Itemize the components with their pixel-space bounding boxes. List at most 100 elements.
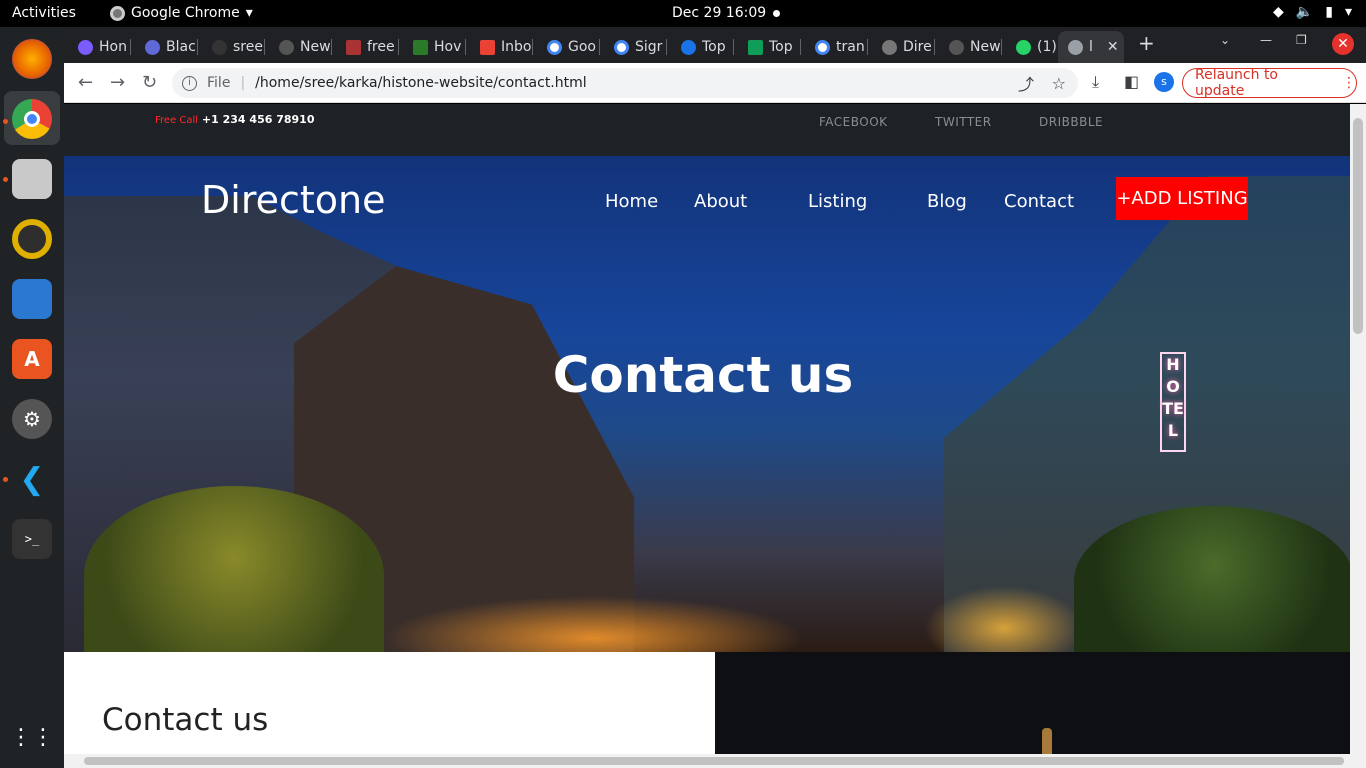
- facebook-link[interactable]: FACEBOOK: [819, 115, 888, 129]
- scrollbar-thumb[interactable]: [1353, 118, 1363, 334]
- tab-label: l: [1089, 39, 1093, 55]
- rhythmbox-icon[interactable]: [12, 219, 52, 259]
- app-menu[interactable]: Google Chrome ▾: [110, 5, 253, 21]
- forward-button[interactable]: →: [110, 72, 125, 93]
- statue-image: [1042, 728, 1052, 754]
- relaunch-button[interactable]: Relaunch to update ⋮: [1182, 67, 1357, 99]
- tab-label: Hon: [99, 39, 127, 55]
- tab-favicon-icon: [212, 39, 227, 55]
- tab-favicon-icon: [78, 39, 93, 55]
- tab[interactable]: Sigr: [600, 31, 667, 63]
- tab-favicon-icon: [413, 39, 428, 55]
- nav-home[interactable]: Home: [605, 191, 658, 212]
- tab-label: Blac: [166, 39, 196, 55]
- google-icon: [547, 39, 562, 55]
- dribbble-link[interactable]: DRIBBBLE: [1039, 115, 1103, 129]
- tab-active[interactable]: l ✕: [1058, 31, 1124, 63]
- tab[interactable]: Inbo: [466, 31, 533, 63]
- tab-favicon-icon: [681, 39, 696, 55]
- share-icon[interactable]: ⤴: [1018, 71, 1034, 95]
- toolbar: ← → ↻ i File | /home/sree/karka/histone-…: [64, 63, 1366, 103]
- chrome-icon[interactable]: [12, 99, 52, 139]
- tab[interactable]: Goo: [533, 31, 600, 63]
- tab[interactable]: New: [935, 31, 1002, 63]
- tab[interactable]: tran: [801, 31, 868, 63]
- tab[interactable]: free: [332, 31, 399, 63]
- nav-contact[interactable]: Contact: [1004, 191, 1074, 212]
- globe-icon: [882, 39, 897, 55]
- chevron-down-icon: ▾: [245, 5, 253, 21]
- scrollbar-thumb[interactable]: [84, 757, 1344, 765]
- vscode-icon[interactable]: ❮: [12, 459, 52, 499]
- close-tab-icon[interactable]: ✕: [1107, 39, 1119, 55]
- download-icon[interactable]: ⤓: [1092, 72, 1099, 92]
- maximize-button[interactable]: ❐: [1296, 33, 1307, 47]
- reload-button[interactable]: ↻: [142, 72, 157, 93]
- hero-banner: HOTEL Directone Home About Listing Blog …: [64, 156, 1350, 652]
- app-name: Google Chrome: [131, 5, 240, 21]
- writer-icon[interactable]: [12, 279, 52, 319]
- nav-about[interactable]: About: [694, 191, 747, 212]
- phone-number[interactable]: +1 234 456 78910: [202, 113, 315, 126]
- files-icon[interactable]: [12, 159, 52, 199]
- tab[interactable]: Top: [667, 31, 734, 63]
- activities-button[interactable]: Activities: [12, 5, 76, 21]
- site-logo[interactable]: Directone: [201, 178, 386, 222]
- tab[interactable]: sree: [198, 31, 265, 63]
- new-tab-button[interactable]: +: [1138, 31, 1155, 55]
- tab-label: Goo: [568, 39, 596, 55]
- tab[interactable]: Hov: [399, 31, 466, 63]
- tab[interactable]: (1) V: [1002, 31, 1062, 63]
- tab[interactable]: Top: [734, 31, 801, 63]
- battery-icon: ▮: [1325, 4, 1333, 20]
- terminal-icon[interactable]: >_: [12, 519, 52, 559]
- scheme-label: File: [207, 75, 231, 91]
- tab-favicon-icon: [748, 39, 763, 55]
- hero-image-lights: [384, 596, 804, 652]
- nav-listing[interactable]: Listing: [808, 191, 867, 212]
- contact-section: Contact us: [64, 652, 715, 754]
- side-panel-icon[interactable]: ◧: [1124, 72, 1139, 91]
- tab-label: Sigr: [635, 39, 663, 55]
- hero-image-tree: [1074, 506, 1350, 652]
- nav-blog[interactable]: Blog: [927, 191, 967, 212]
- tab[interactable]: New: [265, 31, 332, 63]
- profile-avatar[interactable]: s: [1154, 72, 1174, 92]
- software-store-icon[interactable]: A: [12, 339, 52, 379]
- running-indicator: [3, 119, 8, 124]
- top-info-strip: Free Call +1 234 456 78910 FACEBOOK TWIT…: [64, 104, 1350, 156]
- contact-image-panel: [715, 652, 1350, 754]
- tab[interactable]: Hon: [64, 31, 131, 63]
- omnibox[interactable]: i File | /home/sree/karka/histone-websit…: [172, 68, 1078, 98]
- url-text[interactable]: /home/sree/karka/histone-website/contact…: [255, 75, 587, 91]
- app-grid-icon[interactable]: ⋮⋮: [10, 717, 54, 757]
- hero-image-lights: [924, 586, 1084, 652]
- info-icon[interactable]: i: [182, 75, 197, 91]
- bookmark-star-icon[interactable]: ☆: [1052, 74, 1066, 93]
- settings-gear-icon[interactable]: ⚙: [12, 399, 52, 439]
- chrome-icon: [110, 5, 125, 21]
- tab-search-icon[interactable]: ⌄: [1220, 33, 1230, 47]
- minimize-button[interactable]: —: [1260, 33, 1272, 47]
- twitter-link[interactable]: TWITTER: [935, 115, 992, 129]
- system-tray[interactable]: ◆ 🔈 ▮ ▾: [1273, 4, 1352, 20]
- tab-label: Hov: [434, 39, 462, 55]
- tab[interactable]: Dire: [868, 31, 935, 63]
- tab-label: free: [367, 39, 395, 55]
- tab-label: Inbo: [501, 39, 532, 55]
- chevron-down-icon: ▾: [1344, 4, 1352, 20]
- free-call: Free Call +1 234 456 78910: [155, 113, 314, 126]
- back-button[interactable]: ←: [78, 72, 93, 93]
- vertical-scrollbar[interactable]: [1350, 104, 1366, 754]
- tab-favicon-icon: [949, 39, 964, 55]
- firefox-icon[interactable]: [12, 39, 52, 79]
- close-window-button[interactable]: ✕: [1332, 33, 1354, 55]
- relaunch-label: Relaunch to update: [1195, 67, 1279, 99]
- tab[interactable]: Blac: [131, 31, 198, 63]
- clock[interactable]: Dec 29 16:09: [672, 5, 766, 21]
- globe-icon: [1068, 39, 1083, 55]
- section-title: Contact us: [102, 702, 269, 738]
- add-listing-button[interactable]: +ADD LISTING: [1116, 177, 1248, 220]
- horizontal-scrollbar[interactable]: [64, 754, 1366, 768]
- running-indicator: [3, 477, 8, 482]
